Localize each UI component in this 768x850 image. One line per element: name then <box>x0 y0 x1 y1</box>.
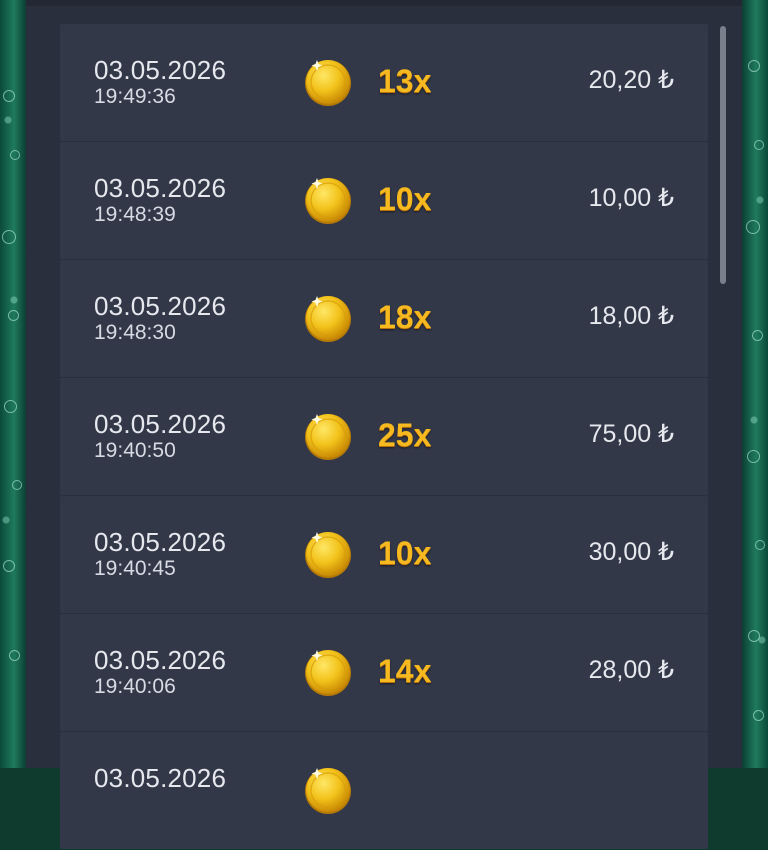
gold-coin-icon <box>305 178 351 224</box>
row-date: 03.05.2026 <box>94 55 227 85</box>
history-row[interactable]: 03.05.2026 19:40:50 25x 75,00 ₺ <box>60 378 708 495</box>
row-amount: 18,00 ₺ <box>588 302 674 330</box>
scrollbar-thumb[interactable] <box>720 26 726 284</box>
row-multiplier: 18x <box>378 299 432 335</box>
gold-coin-icon <box>305 296 351 342</box>
row-time: 19:40:45 <box>94 557 176 580</box>
gold-coin-icon <box>305 650 351 696</box>
row-amount: 30,00 ₺ <box>588 538 674 566</box>
history-row[interactable]: 03.05.2026 19:40:06 14x 28,00 ₺ <box>60 614 708 731</box>
row-time: 19:40:06 <box>94 675 176 698</box>
gold-coin-icon <box>305 532 351 578</box>
history-row[interactable]: 03.05.2026 19:48:39 10x 10,00 ₺ <box>60 142 708 259</box>
row-multiplier: 13x <box>378 63 432 99</box>
row-amount: 28,00 ₺ <box>588 656 674 684</box>
row-time: 19:49:36 <box>94 85 176 108</box>
row-time: 19:48:30 <box>94 321 176 344</box>
panel-top-edge <box>26 0 742 6</box>
row-time: 19:48:39 <box>94 203 176 226</box>
row-date: 03.05.2026 <box>94 291 227 321</box>
gold-coin-icon <box>305 768 351 814</box>
bubbles-decoration-right <box>742 0 768 768</box>
row-date: 03.05.2026 <box>94 527 227 557</box>
row-multiplier: 10x <box>378 535 432 571</box>
bubbles-decoration-left <box>0 0 26 768</box>
row-multiplier: 14x <box>378 653 432 689</box>
history-row[interactable]: 03.05.2026 19:48:30 18x 18,00 ₺ <box>60 260 708 377</box>
row-multiplier: 10x <box>378 181 432 217</box>
row-date: 03.05.2026 <box>94 173 227 203</box>
history-list[interactable]: 03.05.2026 19:49:36 13x 20,20 ₺ 03.05.20… <box>60 24 708 850</box>
history-row[interactable]: 03.05.2026 19:49:36 13x 20,20 ₺ <box>60 24 708 141</box>
row-multiplier: 25x <box>378 417 432 453</box>
history-row[interactable]: 03.05.2026 <box>60 732 708 849</box>
row-amount: 20,20 ₺ <box>588 66 674 94</box>
row-date: 03.05.2026 <box>94 645 227 675</box>
history-row[interactable]: 03.05.2026 19:40:45 10x 30,00 ₺ <box>60 496 708 613</box>
history-panel: 03.05.2026 19:49:36 13x 20,20 ₺ 03.05.20… <box>26 0 742 849</box>
gold-coin-icon <box>305 414 351 460</box>
row-time: 19:40:50 <box>94 439 176 462</box>
gold-coin-icon <box>305 60 351 106</box>
row-amount: 10,00 ₺ <box>588 184 674 212</box>
row-amount: 75,00 ₺ <box>588 420 674 448</box>
row-date: 03.05.2026 <box>94 409 227 439</box>
